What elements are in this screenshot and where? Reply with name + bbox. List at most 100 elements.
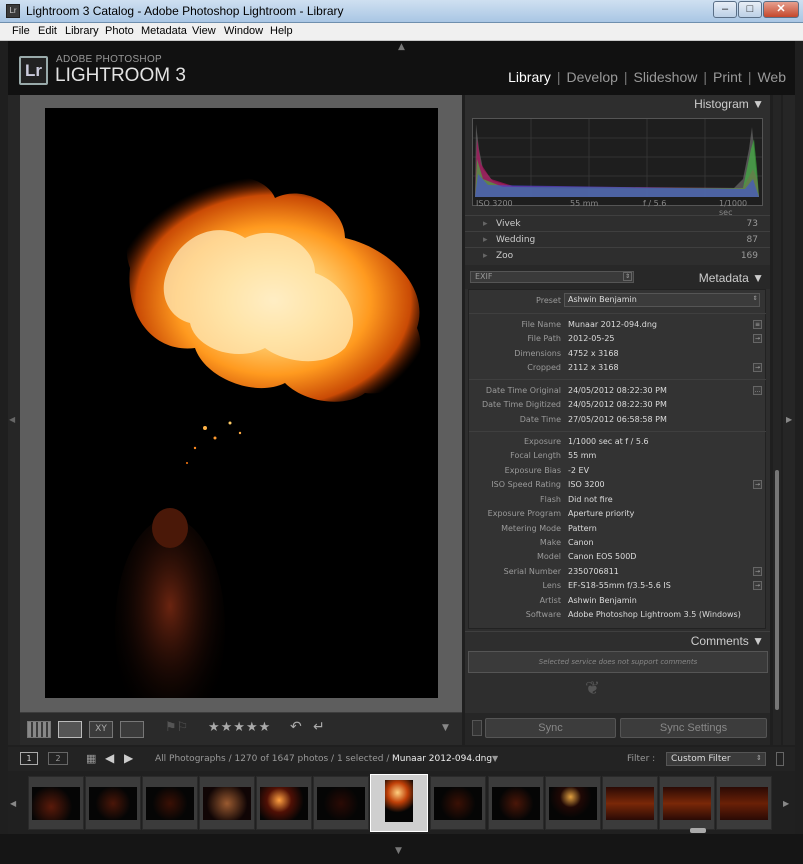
filmstrip-thumbnail[interactable] xyxy=(602,776,658,830)
window-titlebar: Lr Lightroom 3 Catalog - Adobe Photoshop… xyxy=(0,0,803,23)
app-icon: Lr xyxy=(6,4,20,18)
filter-iso-icon[interactable]: → xyxy=(753,480,762,489)
metadata-row: Date Time 27/05/2012 06:58:58 PM xyxy=(519,415,667,424)
filmstrip-thumbnail[interactable] xyxy=(28,776,84,830)
survey-view-icon[interactable] xyxy=(120,721,144,738)
scrollbar-thumb[interactable] xyxy=(775,470,779,710)
window-title: Lightroom 3 Catalog - Adobe Photoshop Li… xyxy=(26,4,344,18)
menu-photo[interactable]: Photo xyxy=(105,25,134,37)
filmstrip-thumbnail[interactable] xyxy=(659,776,715,830)
rotate-right-icon[interactable]: ↵ xyxy=(313,719,325,735)
filter-select[interactable]: Custom Filter xyxy=(666,752,766,766)
filmstrip-thumbnail[interactable] xyxy=(545,776,601,830)
panel-end-ornament: ❦ xyxy=(585,678,601,699)
auto-sync-switch[interactable] xyxy=(472,720,482,736)
compare-view-icon[interactable]: XY xyxy=(89,721,113,738)
module-web[interactable]: Web xyxy=(757,69,786,85)
filter-serial-icon[interactable]: → xyxy=(753,567,762,576)
module-picker: Library | Develop | Slideshow | Print | Web xyxy=(508,69,786,85)
metadata-row: Make Canon xyxy=(539,538,594,547)
rename-icon[interactable]: ≡ xyxy=(753,320,762,329)
sync-settings-button[interactable]: Sync Settings xyxy=(620,718,767,738)
filmstrip-thumbnail[interactable] xyxy=(313,776,369,830)
expand-left-panel-icon[interactable]: ◀ xyxy=(9,415,15,424)
metadata-row: Dimensions 4752 x 3168 xyxy=(514,349,619,358)
metadata-row: Software Adobe Photoshop Lightroom 3.5 (W… xyxy=(525,610,741,619)
filmstrip-thumbnail[interactable] xyxy=(716,776,772,830)
filmstrip-scroll-thumb[interactable] xyxy=(690,828,706,833)
module-develop[interactable]: Develop xyxy=(567,69,618,85)
module-print[interactable]: Print xyxy=(713,69,742,85)
filmstrip-right-arrow-icon[interactable]: ▶ xyxy=(783,799,789,808)
grid-view-icon[interactable] xyxy=(27,721,51,738)
metadata-row: File Name Munaar 2012-094.dng ≡ xyxy=(521,320,762,329)
filmstrip[interactable]: ◀ ▶ xyxy=(8,771,795,834)
filmstrip-thumbnail[interactable] xyxy=(142,776,198,830)
sync-button[interactable]: Sync xyxy=(485,718,616,738)
filmstrip-thumbnail[interactable] xyxy=(488,776,544,830)
filmstrip-thumbnail[interactable] xyxy=(256,776,312,830)
metadata-title[interactable]: Metadata ▼ xyxy=(465,269,770,287)
keyword-row[interactable]: ▸ Wedding 87 xyxy=(465,231,770,247)
filmstrip-thumbnail[interactable] xyxy=(85,776,141,830)
histogram-header[interactable]: Histogram ▼ xyxy=(465,95,770,113)
menu-edit[interactable]: Edit xyxy=(38,25,57,37)
primary-window-button[interactable]: 1 xyxy=(20,752,38,765)
brand-subtitle: ADOBE PHOTOSHOP xyxy=(56,54,163,65)
filter-stepper-icon[interactable]: ⇕ xyxy=(756,754,762,762)
histogram-iso: ISO 3200 xyxy=(476,199,513,208)
toolbar-options-icon[interactable]: ▼ xyxy=(442,723,449,733)
module-library[interactable]: Library xyxy=(508,69,551,85)
menu-window[interactable]: Window xyxy=(224,25,263,37)
loupe-view[interactable] xyxy=(20,95,462,712)
bottom-panel-edge: ▼ xyxy=(0,834,803,864)
loupe-view-icon[interactable] xyxy=(58,721,82,738)
current-filename[interactable]: Munaar 2012-094.dng xyxy=(392,754,492,764)
lightroom-logo: Lr xyxy=(19,56,48,85)
close-button[interactable]: ✕ xyxy=(763,1,799,18)
metadata-row: Exposure 1/1000 sec at f / 5.6 xyxy=(523,437,649,446)
main-photo xyxy=(45,108,438,698)
filename-dropdown-icon[interactable]: ▼ xyxy=(492,754,498,763)
histogram-focal: 55 mm xyxy=(570,199,599,208)
comments-header[interactable]: Comments ▼ xyxy=(465,631,770,649)
star-rating[interactable]: ★★★★★ xyxy=(208,720,271,735)
filter-lock-icon[interactable] xyxy=(776,752,784,766)
menu-view[interactable]: View xyxy=(192,25,216,37)
filmstrip-thumbnail[interactable] xyxy=(199,776,255,830)
forward-arrow-icon[interactable]: ▶ xyxy=(124,751,133,765)
menu-library[interactable]: Library xyxy=(65,25,99,37)
menu-metadata[interactable]: Metadata xyxy=(141,25,187,37)
rotate-left-icon[interactable]: ↶ xyxy=(290,719,302,735)
collapse-top-panel-icon[interactable]: ▲ xyxy=(398,42,405,52)
flag-icon[interactable]: ⚑⚐ xyxy=(165,720,188,735)
go-to-folder-icon[interactable]: → xyxy=(753,334,762,343)
secondary-window-button[interactable]: 2 xyxy=(48,752,68,765)
metadata-row: Cropped 2112 x 3168 → xyxy=(527,363,762,372)
preset-stepper-icon[interactable]: ⇕ xyxy=(751,295,759,304)
back-arrow-icon[interactable]: ◀ xyxy=(105,751,114,765)
menu-file[interactable]: File xyxy=(12,25,30,37)
source-path[interactable]: All Photographs / 1270 of 1647 photos / … xyxy=(155,754,389,764)
preset-select[interactable]: Ashwin Benjamin xyxy=(564,293,760,307)
collapse-right-panel-icon[interactable]: ▶ xyxy=(786,415,792,424)
metadata-row: File Path 2012-05-25 → xyxy=(527,334,762,343)
minimize-button[interactable]: – xyxy=(713,1,737,18)
brand-title: LIGHTROOM 3 xyxy=(55,65,186,86)
collapse-filmstrip-icon[interactable]: ▼ xyxy=(395,846,402,856)
module-slideshow[interactable]: Slideshow xyxy=(634,69,698,85)
keyword-row[interactable]: ▸ Zoo 169 xyxy=(465,247,770,263)
filmstrip-thumbnail-selected[interactable] xyxy=(370,774,428,832)
edit-capture-time-icon[interactable]: … xyxy=(753,386,762,395)
filmstrip-thumbnail[interactable] xyxy=(430,776,486,830)
histogram-aperture: f / 5.6 xyxy=(643,199,667,208)
keyword-row[interactable]: ▸ Vivek 73 xyxy=(465,215,770,231)
filter-lens-icon[interactable]: → xyxy=(753,581,762,590)
menu-help[interactable]: Help xyxy=(270,25,293,37)
grid-view-icon[interactable]: ▦ xyxy=(86,752,96,765)
go-to-crop-icon[interactable]: → xyxy=(753,363,762,372)
filmstrip-header: 1 2 ▦ ◀ ▶ All Photographs / 1270 of 1647… xyxy=(8,747,795,771)
menu-bar: File Edit Library Photo Metadata View Wi… xyxy=(0,23,803,41)
filmstrip-left-arrow-icon[interactable]: ◀ xyxy=(10,799,16,808)
maximize-button[interactable]: □ xyxy=(738,1,762,18)
